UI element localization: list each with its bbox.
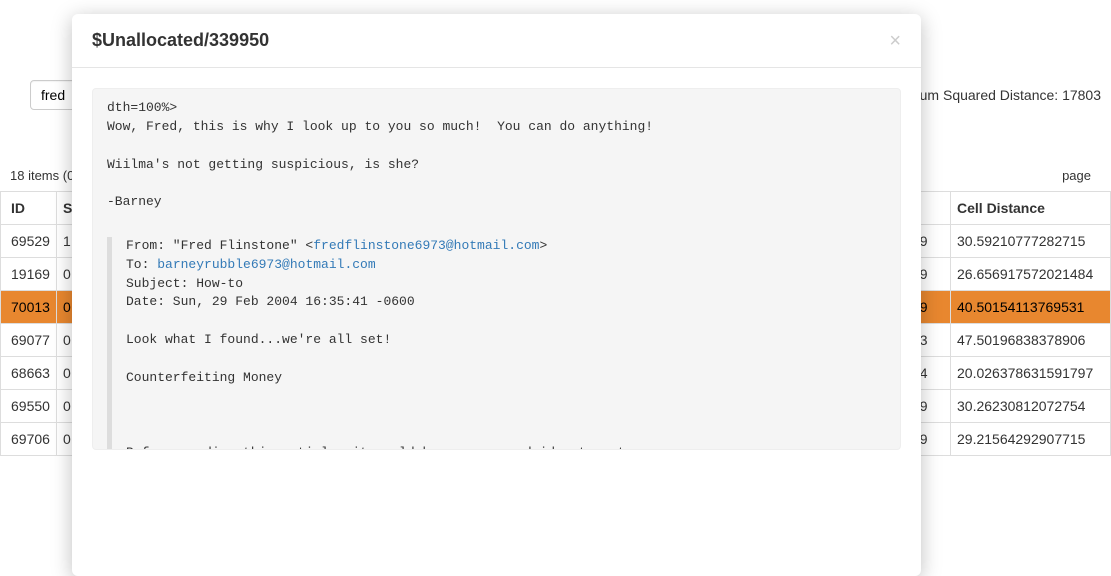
from-email-link[interactable]: fredflinstone6973@hotmail.com — [313, 238, 539, 253]
quoted-email: From: "Fred Flinstone" <fredflinstone697… — [107, 237, 886, 450]
to-email-link[interactable]: barneyrubble6973@hotmail.com — [157, 257, 375, 272]
modal-title: $Unallocated/339950 — [92, 30, 269, 51]
email-content: dth=100%> Wow, Fred, this is why I look … — [92, 88, 901, 450]
modal-dialog: $Unallocated/339950 × dth=100%> Wow, Fre… — [72, 14, 921, 576]
modal-backdrop[interactable]: $Unallocated/339950 × dth=100%> Wow, Fre… — [0, 0, 1111, 576]
email-body-intro: dth=100%> Wow, Fred, this is why I look … — [107, 100, 653, 209]
close-icon[interactable]: × — [889, 31, 901, 51]
